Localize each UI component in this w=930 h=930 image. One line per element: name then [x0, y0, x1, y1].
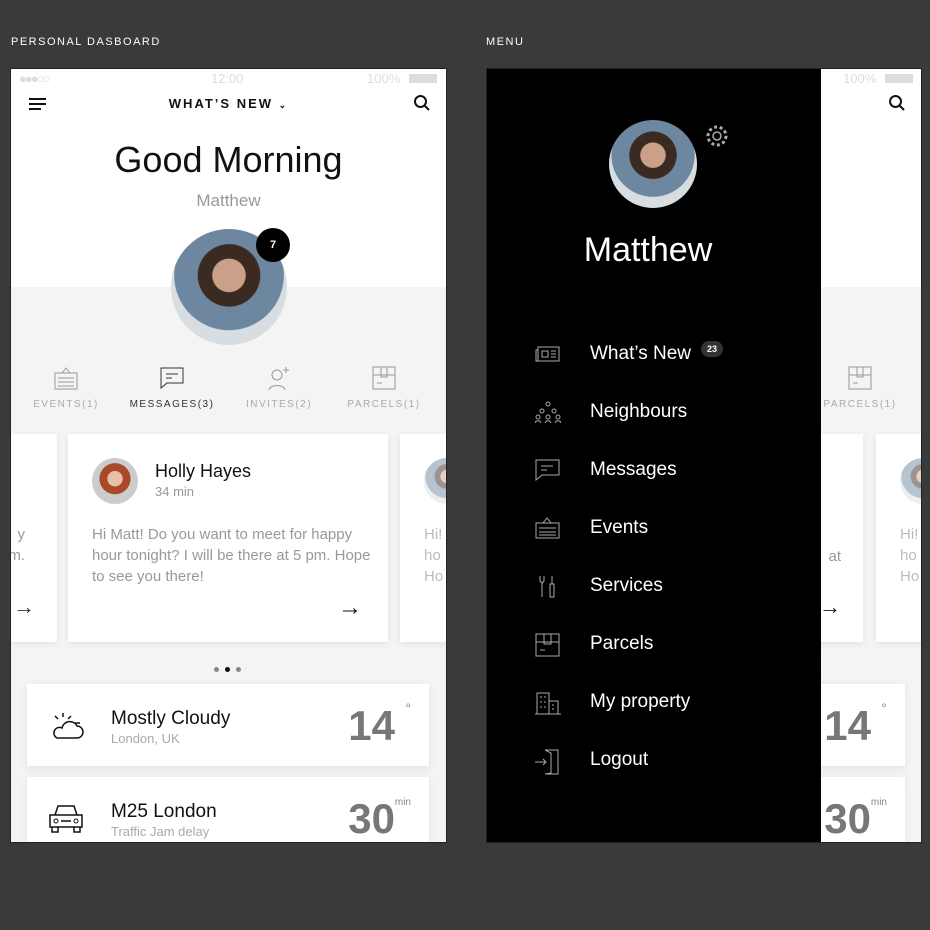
newspaper-icon	[535, 346, 560, 362]
status-bar: ●●●○○ 12:00 100%	[11, 71, 446, 87]
menu-item-parcels[interactable]: Parcels	[535, 631, 815, 661]
chevron-down-icon: ⌄	[278, 100, 289, 110]
menu-item-neighbours[interactable]: Neighbours	[535, 399, 815, 429]
menu-item-label: Parcels	[590, 633, 654, 654]
weather-widget[interactable]: Mostly Cloudy London, UK 14 °	[27, 684, 429, 766]
logout-icon	[535, 749, 559, 775]
whats-new-dropdown[interactable]: WHAT’S NEW ⌄	[11, 96, 446, 111]
people-icon	[535, 401, 561, 423]
menu-item-label: Messages	[590, 459, 677, 480]
menu-item-label: What’s New	[590, 343, 692, 364]
menu-screen: 100% PARCELS(1) at → Hi! ho Ho 14 ° 30 min Ma…	[486, 68, 922, 843]
tab-messages[interactable]: MESSAGES(3)	[122, 365, 222, 410]
message-text: Hi Matt! Do you want to meet for happy h…	[92, 526, 371, 585]
traffic-unit: min	[394, 797, 411, 808]
traffic-subtitle: Traffic Jam delay	[111, 824, 210, 839]
sender-avatar	[92, 458, 138, 504]
tab-label: MESSAGES(3)	[129, 399, 215, 410]
side-menu: Matthew What’s New 23 Neighbours Message…	[487, 69, 821, 842]
menu-user-name: Matthew	[583, 231, 713, 269]
message-card-next[interactable]: Hi! ho Ho	[400, 434, 446, 642]
message-icon	[535, 459, 560, 481]
menu-item-label: Events	[590, 517, 649, 538]
car-icon	[49, 805, 83, 833]
menu-item-my-property[interactable]: My property	[535, 689, 815, 719]
message-card[interactable]: Holly Hayes 34 min Hi Matt! Do you want …	[68, 434, 388, 642]
sender-avatar	[424, 458, 446, 504]
status-battery: 100%	[367, 71, 401, 86]
tab-events[interactable]: EVENTS(1)	[16, 365, 116, 410]
menu-item-services[interactable]: Services	[535, 573, 815, 603]
caption-right: MENU	[486, 36, 525, 48]
menu-item-label: Services	[590, 575, 663, 596]
message-icon	[160, 367, 184, 390]
parcel-icon	[848, 366, 872, 390]
menu-item-label: My property	[590, 691, 691, 712]
gear-icon[interactable]	[704, 123, 730, 149]
greeting: Good Morning	[114, 139, 343, 180]
menu-item-logout[interactable]: Logout	[535, 747, 815, 777]
traffic-title: M25 London	[111, 801, 217, 822]
tab-parcels[interactable]: PARCELS(1)	[334, 365, 434, 410]
battery-icon	[409, 74, 437, 83]
dropdown-label: WHAT’S NEW	[168, 96, 274, 111]
search-icon	[889, 95, 905, 111]
tab-parcels[interactable]: PARCELS(1)	[810, 365, 910, 410]
battery-icon	[885, 74, 913, 83]
parcel-icon	[372, 366, 396, 390]
dashboard-screen: ●●●○○ 12:00 100% WHAT’S NEW ⌄ Good Morni…	[10, 68, 447, 843]
cloud-sun-icon	[53, 713, 84, 739]
weather-location: London, UK	[111, 731, 180, 746]
arrow-right-icon[interactable]: →	[338, 594, 362, 622]
add-person-icon	[268, 367, 289, 391]
notification-badge[interactable]: 7	[256, 228, 290, 262]
menu-item-label: Logout	[590, 749, 649, 770]
caption-left: PERSONAL DASBOARD	[11, 36, 161, 48]
menu-item-whats-new[interactable]: What’s New 23	[535, 341, 815, 371]
parcel-icon	[535, 633, 560, 657]
tools-icon	[539, 576, 555, 598]
temperature-unit: °	[405, 700, 411, 716]
user-name: Matthew	[196, 191, 261, 210]
search-icon	[414, 95, 430, 111]
sender-name: Holly Hayes	[155, 461, 252, 481]
tab-label: PARCELS(1)	[347, 399, 421, 410]
calendar-icon	[54, 367, 78, 390]
search-button[interactable]	[888, 94, 906, 117]
arrow-right-icon: →	[13, 594, 35, 619]
menu-badge: 23	[701, 341, 724, 357]
building-icon	[535, 692, 561, 715]
menu-item-events[interactable]: Events	[535, 515, 815, 545]
tab-invites[interactable]: INVITES(2)	[229, 365, 329, 410]
temperature-value: 14	[348, 702, 395, 749]
tab-label: INVITES(2)	[245, 399, 313, 410]
message-time: 34 min	[155, 484, 195, 499]
calendar-icon	[535, 517, 560, 539]
message-card-previous[interactable]: ym. →	[11, 434, 57, 642]
menu-item-label: Neighbours	[590, 401, 688, 422]
menu-avatar[interactable]	[609, 120, 697, 208]
weather-title: Mostly Cloudy	[111, 708, 231, 729]
menu-item-messages[interactable]: Messages	[535, 457, 815, 487]
pager-dots[interactable]	[211, 659, 244, 677]
traffic-value: 30	[348, 795, 395, 842]
tab-label: EVENTS(1)	[33, 399, 99, 410]
status-time: 12:00	[211, 71, 244, 86]
traffic-widget[interactable]: M25 London Traffic Jam delay 30 min	[27, 777, 429, 842]
search-button[interactable]	[413, 94, 431, 117]
